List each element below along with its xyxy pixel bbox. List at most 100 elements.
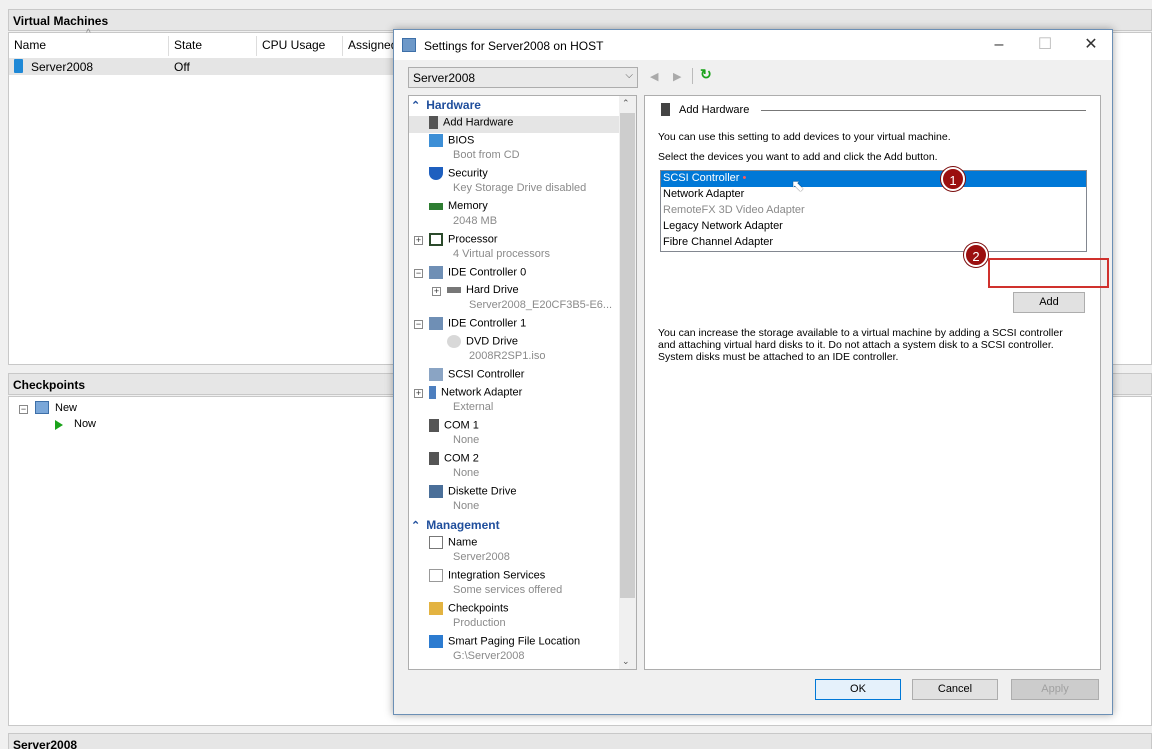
dvd-icon (447, 335, 461, 348)
device-item[interactable]: Fibre Channel Adapter (661, 235, 1086, 251)
column-name[interactable]: Name (14, 38, 46, 56)
settings-dialog[interactable]: Settings for Server2008 on HOST – ☐ ✕ Se… (393, 29, 1113, 715)
tree-item-label: Add Hardware (443, 116, 514, 129)
expand-icon[interactable]: + (414, 389, 423, 398)
add-button[interactable]: Add (1013, 292, 1085, 313)
scroll-down-icon[interactable]: ⌄ (622, 656, 630, 667)
management-section-header[interactable]: ⌃ Management (411, 518, 500, 534)
tree-item-integration-services[interactable]: Integration Services (429, 569, 545, 585)
instruction-text: Select the devices you want to add and c… (658, 151, 938, 163)
tree-item-sub: Server2008_E20CF3B5-E6... (469, 299, 613, 311)
tree-item-label: Network Adapter (441, 386, 523, 399)
tree-scrollbar[interactable]: ⌃ ⌄ (619, 96, 636, 669)
tree-item-name[interactable]: Name (429, 536, 477, 552)
network-adapter-icon (429, 386, 436, 399)
refresh-icon[interactable]: ↻ (700, 66, 712, 83)
apply-button[interactable]: Apply (1011, 679, 1099, 700)
com-port-icon (429, 452, 439, 465)
tree-item-sub: External (453, 401, 494, 413)
add-hardware-icon (429, 116, 438, 129)
ok-button[interactable]: OK (815, 679, 901, 700)
device-label: SCSI Controller (663, 172, 740, 184)
tree-item-label: Integration Services (448, 569, 546, 582)
tree-item-label: Memory (448, 200, 488, 212)
vm-selector[interactable]: Server2008 ⌵ (408, 67, 638, 88)
tree-item-label: Security (448, 167, 488, 180)
back-icon[interactable]: ◀ (650, 70, 658, 83)
column-divider (256, 36, 257, 56)
device-item-selected[interactable]: SCSI Controller • (661, 171, 1086, 187)
tree-item-security[interactable]: Security (429, 167, 488, 183)
minimize-icon[interactable]: – (984, 35, 1014, 55)
tree-item-sub: Some services offered (453, 584, 563, 596)
collapse-icon[interactable]: − (414, 320, 423, 329)
device-item[interactable]: Legacy Network Adapter (661, 219, 1086, 235)
tree-item-label: BIOS (448, 134, 475, 147)
column-assigned-memory[interactable]: Assigned (348, 38, 397, 56)
tree-item-processor[interactable]: Processor (429, 233, 498, 249)
hardware-section-header[interactable]: ⌃ Hardware (411, 98, 481, 114)
memory-icon (429, 202, 443, 210)
management-section-label: Management (426, 518, 500, 532)
collapse-icon[interactable]: − (19, 405, 28, 414)
tree-item-bios[interactable]: BIOS (429, 134, 474, 150)
tree-item-checkpoints[interactable]: Checkpoints (429, 602, 509, 618)
tree-item-sub: None (453, 434, 480, 446)
checkpoint-icon (35, 401, 49, 414)
forward-icon[interactable]: ▶ (673, 70, 681, 83)
tree-item-dvd-drive[interactable]: DVD Drive (447, 335, 518, 351)
hardware-section-label: Hardware (426, 98, 481, 112)
tree-item-ide-controller-0[interactable]: IDE Controller 0 (429, 266, 526, 282)
intro-text: You can use this setting to add devices … (658, 131, 951, 143)
scroll-up-icon[interactable]: ⌃ (622, 98, 630, 109)
bios-icon (429, 134, 443, 147)
tree-item-label: Hard Drive (466, 284, 519, 296)
dialog-titlebar[interactable]: Settings for Server2008 on HOST – ☐ ✕ (394, 30, 1112, 60)
tree-item-com1[interactable]: COM 1 (429, 419, 479, 435)
tree-item-label: IDE Controller 0 (448, 266, 527, 279)
device-item[interactable]: Network Adapter (661, 187, 1086, 203)
collapse-section-icon[interactable]: ⌃ (411, 100, 420, 112)
column-cpu-usage[interactable]: CPU Usage (262, 38, 325, 56)
floppy-icon (429, 485, 443, 498)
collapse-icon[interactable]: − (414, 269, 423, 278)
checkpoint-new[interactable]: New (55, 402, 77, 414)
tree-item-label: Checkpoints (448, 602, 509, 615)
checkpoint-now[interactable]: Now (74, 418, 96, 430)
expand-icon[interactable]: + (414, 236, 423, 245)
tree-item-sub: Key Storage Drive disabled (453, 182, 587, 194)
step-2-badge: 2 (964, 243, 988, 267)
virtual-machine-icon (14, 59, 23, 73)
controller-icon (429, 317, 443, 330)
device-list[interactable]: SCSI Controller • Network Adapter Remote… (660, 170, 1087, 252)
tree-item-sub: Boot from CD (453, 149, 520, 161)
tree-item-sub: 4 Virtual processors (453, 248, 551, 260)
details-panel-title: Server2008 (8, 733, 1152, 749)
marker-icon: • (742, 172, 747, 184)
highlight-box (988, 258, 1109, 288)
scsi-note-text: You can increase the storage available t… (658, 327, 1063, 363)
maximize-icon[interactable]: ☐ (1030, 35, 1060, 55)
close-icon[interactable]: ✕ (1076, 35, 1106, 55)
tree-item-hard-drive[interactable]: Hard Drive (447, 284, 519, 300)
settings-tree[interactable]: ⌃ Hardware Add Hardware BIOS Boot from CD… (408, 95, 637, 670)
cancel-button[interactable]: Cancel (912, 679, 998, 700)
scrollbar-thumb[interactable] (620, 113, 635, 598)
tree-item-label: Processor (448, 233, 498, 246)
shield-icon (429, 167, 443, 180)
expand-icon[interactable]: + (432, 287, 441, 296)
tree-item-com2[interactable]: COM 2 (429, 452, 479, 468)
tree-item-network-adapter[interactable]: Network Adapter (429, 386, 522, 402)
play-icon (55, 420, 63, 430)
collapse-section-icon[interactable]: ⌃ (411, 520, 420, 532)
processor-icon (429, 233, 443, 246)
smart-paging-icon (429, 635, 443, 648)
com-port-icon (429, 419, 439, 432)
column-state[interactable]: State (174, 38, 202, 56)
tree-item-scsi-controller[interactable]: SCSI Controller (429, 368, 524, 384)
tree-item-add-hardware[interactable]: Add Hardware (429, 116, 513, 132)
tree-item-diskette-drive[interactable]: Diskette Drive (429, 485, 516, 501)
tree-item-ide-controller-1[interactable]: IDE Controller 1 (429, 317, 526, 333)
tree-item-memory[interactable]: Memory (429, 200, 488, 216)
tree-item-smart-paging[interactable]: Smart Paging File Location (429, 635, 580, 651)
